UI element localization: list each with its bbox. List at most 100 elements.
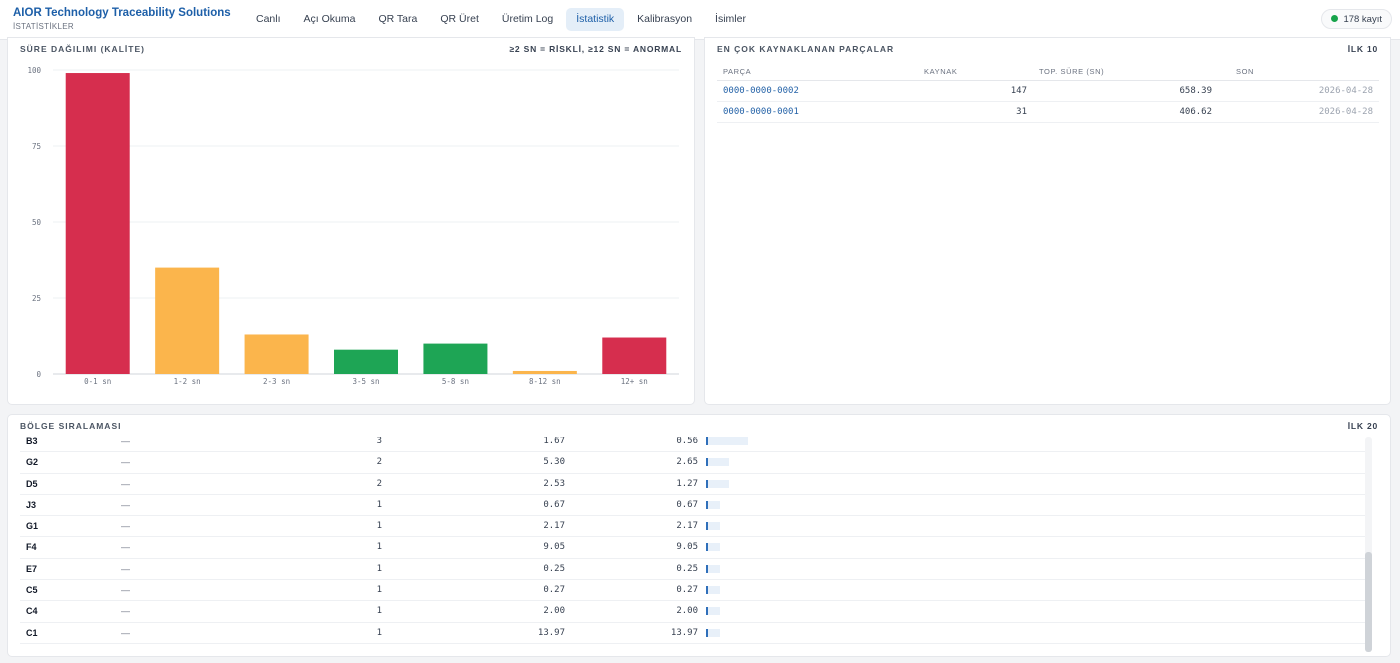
record-count-label: 178 kayıt — [1343, 14, 1382, 25]
region-label: — — [121, 563, 130, 574]
part-total: 658.39 — [1027, 80, 1212, 102]
bar — [155, 267, 220, 374]
region-label: — — [121, 606, 130, 617]
chart-risk-note: ≥2 SN = RİSKLİ, ≥12 SN = ANORMAL — [509, 44, 682, 54]
table-row: B3 — 3 1.67 0.56 — [20, 437, 1366, 453]
region-panel-title: BÖLGE SIRALAMASI — [20, 421, 122, 431]
parts-table: PARÇA KAYNAK TOP. SÜRE (SN) SON 0000-000… — [717, 64, 1379, 123]
brand: AIOR Technology Traceability Solutions İ… — [13, 7, 231, 32]
region-level-bar — [706, 437, 748, 445]
y-tick-label: 75 — [32, 142, 41, 151]
part-last: 2026-04-28 — [1212, 80, 1379, 102]
region-level-bar — [706, 564, 720, 573]
part-link[interactable]: 0000-0000-0002 — [717, 80, 897, 102]
main-nav: Canlı Açı Okuma QR Tara QR Üret Üretim L… — [246, 8, 759, 31]
x-tick-label: 1-2 sn — [174, 377, 201, 386]
region-total: 0.27 — [543, 585, 565, 596]
region-total: 2.17 — [543, 521, 565, 532]
table-row: F4 — 1 9.05 9.05 — [20, 537, 1366, 559]
region-name: B3 — [26, 437, 38, 446]
bar — [65, 73, 130, 374]
tab-qr-tara[interactable]: QR Tara — [368, 8, 427, 31]
region-level-bar — [706, 607, 720, 616]
region-name: C5 — [26, 585, 38, 596]
region-count: 1 — [376, 563, 382, 574]
y-tick-label: 100 — [27, 66, 41, 75]
table-row: D5 — 2 2.53 1.27 — [20, 474, 1366, 495]
region-level-bar — [706, 628, 720, 637]
region-name: G2 — [26, 457, 39, 468]
region-name: C1 — [26, 627, 38, 638]
duration-distribution-panel: SÜRE DAĞILIMI (KALİTE) ≥2 SN = RİSKLİ, ≥… — [7, 37, 695, 405]
parts-table-header: PARÇA KAYNAK TOP. SÜRE (SN) SON — [717, 64, 1379, 81]
region-name: G1 — [26, 521, 39, 532]
region-count: 1 — [376, 542, 382, 553]
tab-qr-uret[interactable]: QR Üret — [430, 8, 489, 31]
region-total: 0.67 — [543, 499, 565, 510]
region-level-bar — [706, 458, 729, 467]
region-average: 2.00 — [676, 606, 698, 617]
table-row: C4 — 1 2.00 2.00 — [20, 601, 1366, 623]
region-total: 5.30 — [543, 457, 565, 468]
region-name: D5 — [26, 478, 38, 489]
region-label: — — [121, 585, 130, 596]
region-name: F4 — [26, 542, 37, 553]
table-row: G2 — 2 5.30 2.65 — [20, 452, 1366, 474]
tab-uretim-log[interactable]: Üretim Log — [492, 8, 563, 31]
tab-aci-okuma[interactable]: Açı Okuma — [294, 8, 366, 31]
part-total: 406.62 — [1027, 101, 1212, 123]
region-average: 0.56 — [676, 437, 698, 446]
region-name: C4 — [26, 606, 38, 617]
scrollbar-thumb[interactable] — [1365, 552, 1372, 652]
table-row: J3 — 1 0.67 0.67 — [20, 495, 1366, 517]
region-average: 0.25 — [676, 563, 698, 574]
tab-isimler[interactable]: İsimler — [705, 8, 756, 31]
app-title: AIOR Technology Traceability Solutions — [13, 7, 231, 19]
part-link[interactable]: 0000-0000-0001 — [717, 101, 897, 123]
parts-panel-title: EN ÇOK KAYNAKLANAN PARÇALAR — [717, 44, 895, 54]
region-average: 0.27 — [676, 585, 698, 596]
region-average: 13.97 — [670, 627, 698, 638]
top-bar: AIOR Technology Traceability Solutions İ… — [0, 0, 1400, 40]
bar — [334, 349, 398, 374]
region-total: 2.00 — [543, 606, 565, 617]
tab-canli[interactable]: Canlı — [246, 8, 291, 31]
col-part[interactable]: PARÇA — [717, 64, 897, 81]
region-label: — — [121, 478, 130, 489]
page-subtitle: İSTATİSTİKLER — [13, 22, 74, 31]
region-name: J3 — [26, 499, 37, 510]
region-level-bar — [706, 522, 720, 531]
part-count: 31 — [897, 101, 1027, 123]
region-list[interactable]: B3 — 3 1.67 0.56 G2 — 2 5.30 2.65 D5 — 2 2.53 1.27 J3 — 1… — [20, 437, 1366, 652]
col-total-duration[interactable]: TOP. SÜRE (SN) — [1027, 64, 1212, 81]
y-tick-label: 0 — [36, 370, 41, 379]
part-last: 2026-04-28 — [1212, 101, 1379, 123]
y-tick-label: 50 — [32, 218, 42, 227]
x-tick-label: 5-8 sn — [442, 377, 469, 386]
region-total: 9.05 — [543, 542, 565, 553]
region-count: 1 — [376, 499, 382, 510]
region-level-bar — [706, 543, 720, 552]
x-tick-label: 0-1 sn — [84, 377, 111, 386]
region-count: 1 — [376, 606, 382, 617]
x-tick-label: 2-3 sn — [263, 377, 290, 386]
region-level-bar — [706, 500, 720, 509]
region-limit-label: İLK 20 — [1347, 421, 1378, 431]
bar — [423, 343, 488, 374]
status-dot-icon — [1331, 15, 1339, 22]
chart-panel-title: SÜRE DAĞILIMI (KALİTE) — [20, 44, 145, 54]
x-tick-label: 3-5 sn — [352, 377, 379, 386]
region-count: 2 — [376, 457, 382, 468]
region-label: — — [121, 457, 130, 468]
tab-kalibrasyon[interactable]: Kalibrasyon — [627, 8, 702, 31]
region-total: 1.67 — [543, 437, 565, 446]
col-last[interactable]: SON — [1212, 64, 1379, 81]
tab-istatistik[interactable]: İstatistik — [566, 8, 625, 31]
col-count[interactable]: KAYNAK — [897, 64, 1027, 81]
region-total: 2.53 — [543, 478, 565, 489]
region-label: — — [121, 521, 130, 532]
region-average: 9.05 — [676, 542, 698, 553]
duration-bar-chart: 0 25 50 75 100 0-1 sn 1-2 sn 2-3 sn 3-5 sn 5-8 sn… — [27, 66, 679, 386]
parts-limit-label: İLK 10 — [1347, 44, 1378, 54]
region-label: — — [121, 627, 130, 638]
